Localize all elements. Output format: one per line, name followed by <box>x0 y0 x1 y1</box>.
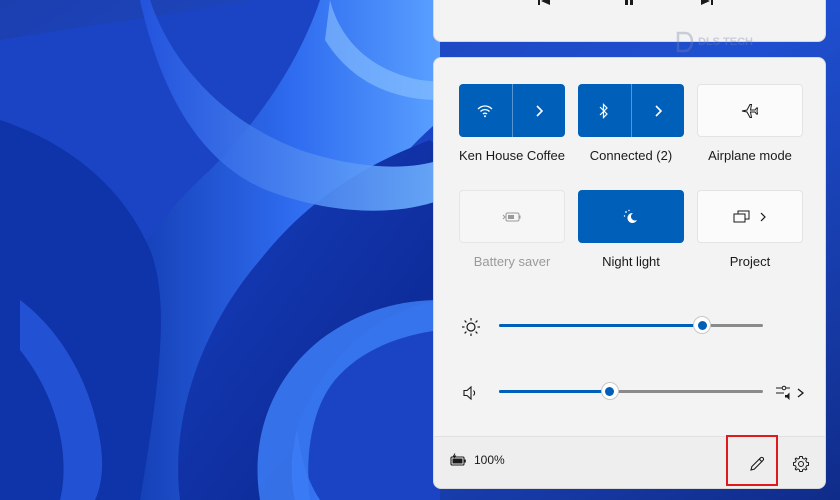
watermark-logo-icon <box>676 31 694 53</box>
settings-button[interactable] <box>786 449 816 479</box>
night-light-tile[interactable] <box>578 190 684 243</box>
bluetooth-icon <box>599 102 609 119</box>
chevron-right-icon <box>536 104 543 117</box>
volume-thumb[interactable] <box>601 383 618 399</box>
play-pause-icon[interactable] <box>614 0 644 9</box>
quick-settings-panel: Ken House Coffee Connected (2) Airplane … <box>433 57 826 489</box>
night-light-icon <box>623 209 637 223</box>
chevron-right-icon <box>760 212 766 221</box>
brightness-slider[interactable] <box>499 317 763 333</box>
wifi-icon <box>477 104 493 117</box>
bluetooth-toggle[interactable] <box>578 84 631 137</box>
audio-output-icon[interactable] <box>774 384 808 407</box>
project-tile[interactable] <box>697 190 803 243</box>
battery-saver-tile <box>459 190 565 243</box>
airplane-mode-tile[interactable] <box>697 84 803 137</box>
bluetooth-label: Connected (2) <box>589 148 673 163</box>
volume-fill <box>499 390 610 393</box>
wifi-toggle[interactable] <box>459 84 512 137</box>
previous-icon[interactable] <box>529 0 559 9</box>
next-icon[interactable] <box>692 0 722 9</box>
brightness-fill <box>499 324 703 327</box>
project-icon <box>733 210 750 222</box>
watermark-text: DLS TECH <box>698 36 753 48</box>
wifi-label: Ken House Coffee <box>459 148 565 163</box>
battery-saver-label: Battery saver <box>473 254 551 269</box>
project-label: Project <box>729 254 771 269</box>
watermark: DLS TECH <box>676 28 796 56</box>
speaker-icon[interactable] <box>462 385 480 406</box>
wifi-expand-button[interactable] <box>512 84 565 137</box>
airplane-icon <box>741 103 759 118</box>
night-light-label: Night light <box>602 254 660 269</box>
battery-status[interactable]: 100% <box>450 453 505 467</box>
brightness-thumb[interactable] <box>694 317 711 333</box>
brightness-icon <box>461 317 481 342</box>
battery-saver-icon <box>502 212 521 221</box>
battery-charging-icon <box>450 453 466 466</box>
bluetooth-expand-button[interactable] <box>631 84 684 137</box>
volume-slider[interactable] <box>499 383 763 399</box>
chevron-right-icon <box>655 104 662 117</box>
bluetooth-tile <box>578 84 684 137</box>
edit-button-highlight-box <box>726 435 778 486</box>
battery-percentage: 100% <box>474 453 505 467</box>
settings-gear-icon <box>793 456 809 472</box>
airplane-mode-label: Airplane mode <box>708 148 792 163</box>
wifi-tile <box>459 84 565 137</box>
